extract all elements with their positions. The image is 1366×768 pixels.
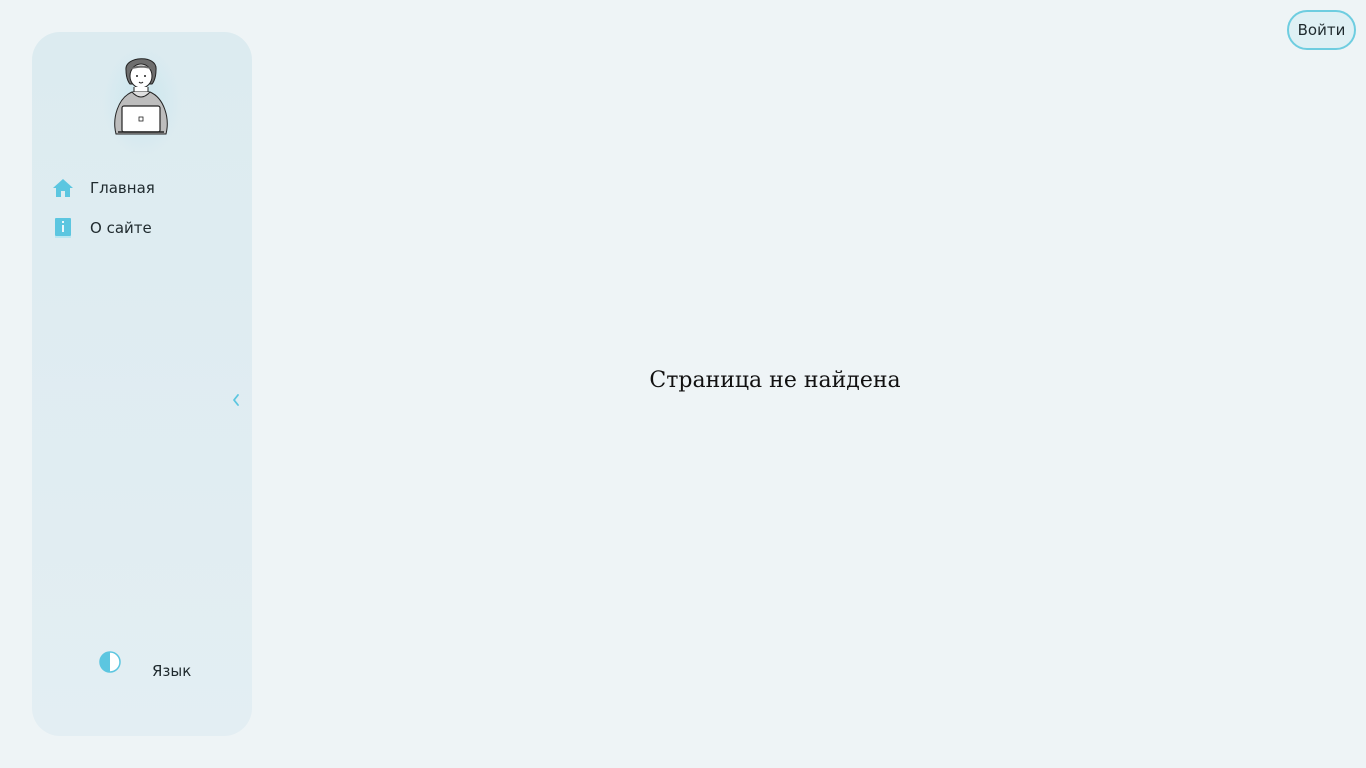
collapse-sidebar-button[interactable]: [228, 390, 244, 410]
chevron-left-icon: [233, 394, 239, 406]
sidebar: Главная О сайте Язык: [32, 32, 252, 736]
sidebar-item-about[interactable]: О сайте: [52, 214, 232, 242]
sidebar-item-label: Главная: [90, 179, 155, 197]
language-selector[interactable]: Язык: [152, 662, 191, 680]
page: Главная О сайте Язык Войти Страница не н…: [0, 0, 1366, 768]
login-button[interactable]: Войти: [1287, 10, 1356, 50]
theme-toggle[interactable]: [98, 650, 122, 674]
contrast-icon: [99, 651, 121, 673]
sidebar-item-home[interactable]: Главная: [52, 174, 232, 202]
info-book-icon: [52, 217, 74, 239]
not-found-message: Страница не найдена: [649, 368, 901, 393]
avatar: [114, 58, 168, 135]
home-icon: [52, 177, 74, 199]
sidebar-item-label: О сайте: [90, 219, 152, 237]
